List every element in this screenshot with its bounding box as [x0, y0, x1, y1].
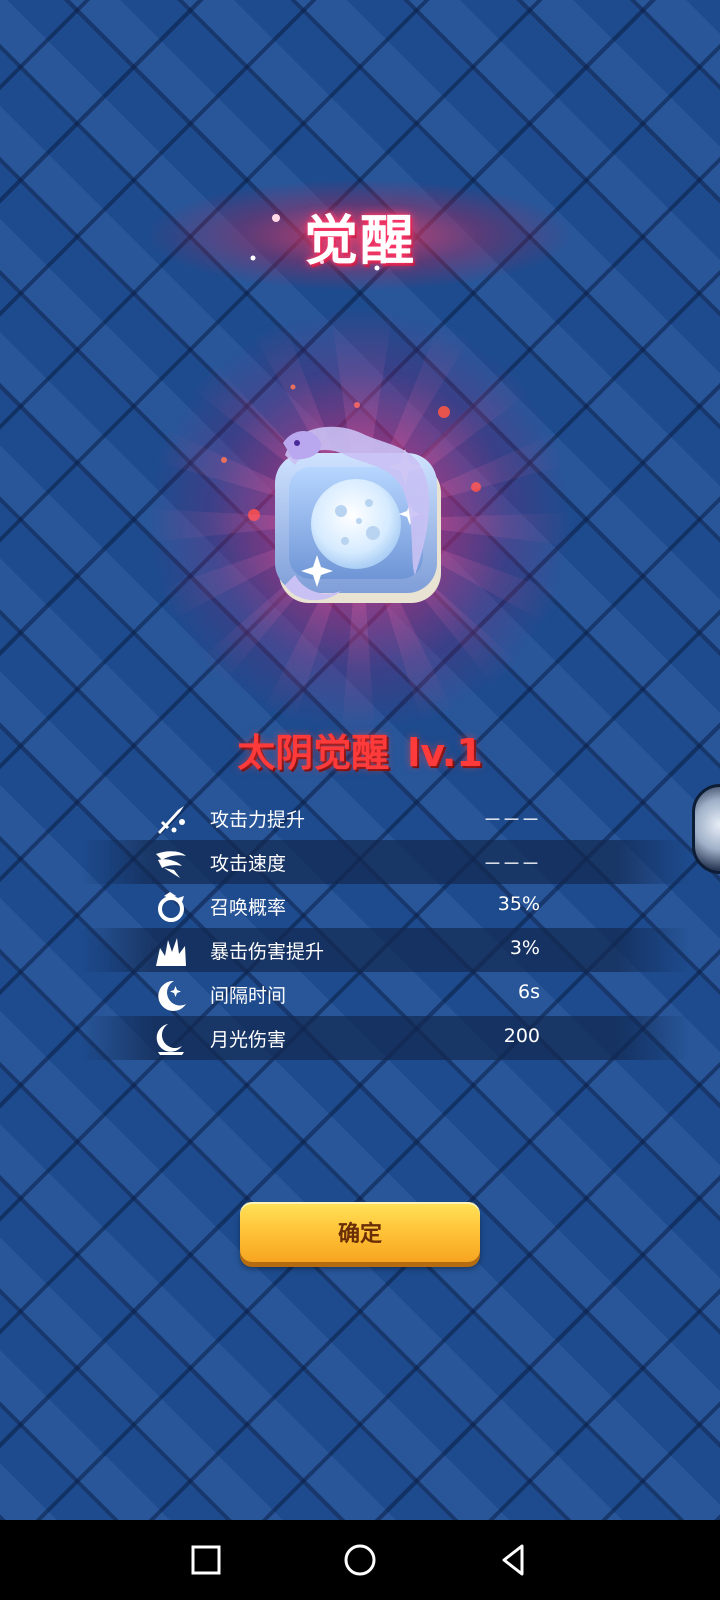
moonlight-icon	[156, 1024, 184, 1055]
stat-row-attack: 攻击力提升 －－－	[80, 796, 690, 840]
stat-label: 召唤概率	[210, 897, 287, 919]
stat-row-crit-damage: 暴击伤害提升 3%	[80, 928, 690, 972]
confirm-button[interactable]: 确定	[240, 1202, 480, 1262]
stat-row-moonlight-damage: 月光伤害 200	[80, 1016, 690, 1060]
page-title: 觉醒	[304, 209, 416, 272]
stat-label: 月光伤害	[210, 1029, 287, 1051]
skill-level: lv.1	[407, 731, 483, 775]
stat-row-interval: 间隔时间 6s	[80, 972, 690, 1016]
stats-list: 攻击力提升 －－－ 攻击速度 －－－ 召唤概率 35% 暴击伤害提升 3% 间隔…	[80, 796, 690, 1060]
stat-value: －－－	[482, 809, 540, 831]
circle-icon[interactable]	[340, 1540, 380, 1580]
sword-attack-icon	[158, 806, 185, 834]
skill-name-text: 太阴觉醒	[237, 731, 390, 775]
skill-name: 太阴觉醒 lv.1	[0, 722, 720, 777]
burst-icon	[156, 938, 186, 966]
stat-label: 攻击力提升	[210, 809, 306, 831]
stat-value: 35%	[497, 893, 540, 915]
wing-speed-icon	[156, 851, 186, 878]
moon-dragon-icon	[275, 426, 441, 603]
stat-value: 3%	[509, 937, 540, 959]
stat-label: 暴击伤害提升	[210, 941, 325, 963]
game-screen: 觉醒 太阴觉醒 lv.1 攻击力提升 －－－ 攻击速度 －－－ 召唤概率 35%…	[0, 0, 720, 1600]
stat-value: 200	[503, 1025, 540, 1047]
square-icon[interactable]	[186, 1540, 226, 1580]
crescent-moon-icon	[158, 980, 186, 1011]
stat-row-summon-chance: 召唤概率 35%	[80, 884, 690, 928]
confirm-button-label: 确定	[337, 1222, 382, 1247]
character-avatar-icon[interactable]	[692, 784, 720, 874]
stat-value: 6s	[518, 981, 540, 1003]
stat-row-attack-speed: 攻击速度 －－－	[80, 840, 690, 884]
stat-label: 攻击速度	[210, 853, 287, 875]
stat-value: －－－	[482, 853, 540, 875]
system-nav-bar	[0, 1520, 720, 1600]
stat-label: 间隔时间	[210, 985, 287, 1007]
dragon-ring-icon	[158, 892, 184, 922]
triangle-back-icon[interactable]	[494, 1540, 534, 1580]
